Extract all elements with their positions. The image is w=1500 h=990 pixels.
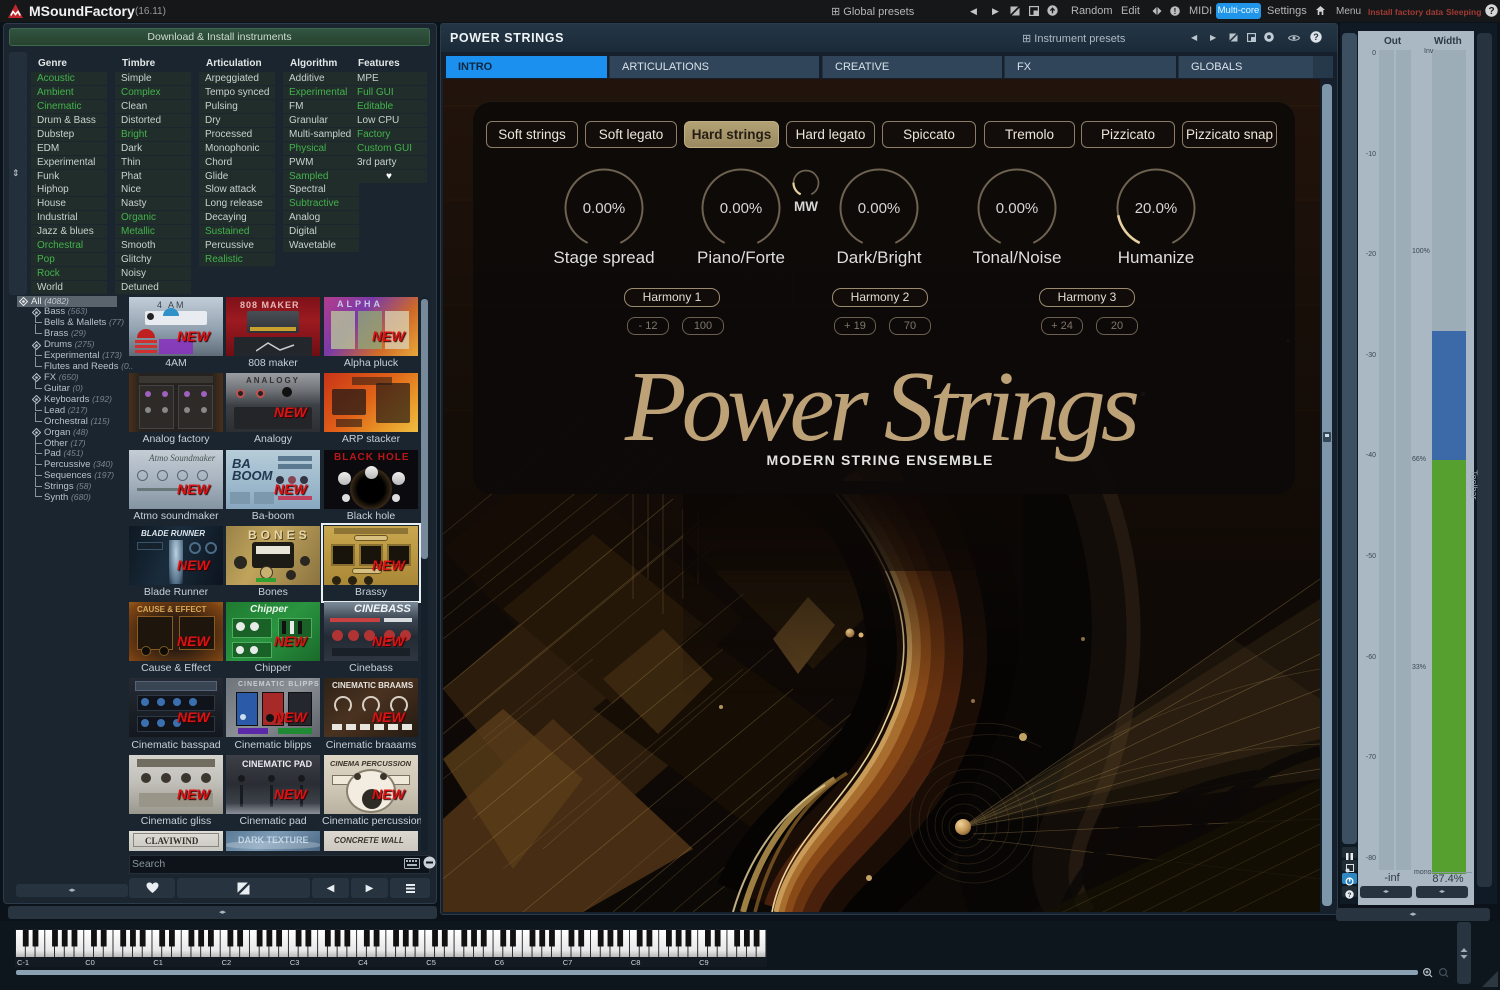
svg-text:C4: C4 <box>358 958 368 967</box>
svg-text:C3: C3 <box>290 958 300 967</box>
svg-text:?: ? <box>1488 6 1494 17</box>
svg-text:C0: C0 <box>85 958 95 967</box>
svg-text:C8: C8 <box>631 958 641 967</box>
svg-text:C1: C1 <box>153 958 163 967</box>
svg-text:?: ? <box>1348 892 1352 899</box>
svg-text:Power Strings: Power Strings <box>624 350 1138 462</box>
svg-text:C7: C7 <box>563 958 573 967</box>
svg-text:C2: C2 <box>222 958 232 967</box>
svg-text:C-1: C-1 <box>17 958 29 967</box>
svg-text:?: ? <box>1313 32 1319 42</box>
svg-text:C6: C6 <box>495 958 505 967</box>
svg-text:C9: C9 <box>699 958 709 967</box>
svg-text:C5: C5 <box>426 958 436 967</box>
svg-text:!: ! <box>1174 7 1177 16</box>
